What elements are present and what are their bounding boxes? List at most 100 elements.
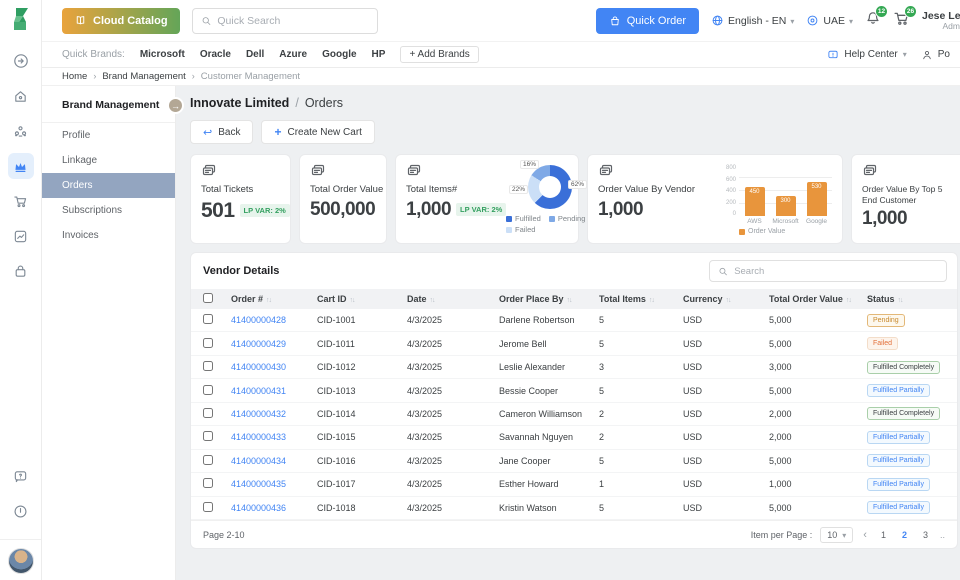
search-icon	[201, 15, 212, 27]
help-center-dropdown[interactable]: Help Center	[827, 49, 906, 61]
prev-page-icon[interactable]: ‹	[863, 529, 867, 541]
table-search-box	[709, 260, 947, 282]
col-currency[interactable]: Currency	[683, 294, 769, 304]
brand-google[interactable]: Google	[322, 49, 356, 60]
bag-icon[interactable]	[8, 258, 34, 284]
page-3[interactable]: 3	[923, 530, 928, 540]
row-checkbox[interactable]	[203, 408, 213, 418]
table-row: 41400000430 CID-1012 4/3/2025 Leslie Ale…	[191, 356, 957, 379]
table-row: 41400000428 CID-1001 4/3/2025 Darlene Ro…	[191, 309, 957, 332]
row-checkbox[interactable]	[203, 431, 213, 441]
quick-order-button[interactable]: Quick Order	[596, 8, 699, 34]
col-order-place-by[interactable]: Order Place By	[499, 294, 599, 304]
region-dropdown[interactable]: UAE	[806, 14, 853, 27]
sidebar-item-linkage[interactable]: Linkage	[42, 148, 175, 173]
sidebar-collapse-button[interactable]: →	[167, 97, 184, 114]
order-link[interactable]: 41400000430	[231, 362, 317, 372]
page-2[interactable]: 2	[902, 530, 907, 540]
sidebar-item-orders[interactable]: Orders	[42, 173, 175, 198]
order-link[interactable]: 41400000433	[231, 432, 317, 442]
value-cell: 5,000	[769, 456, 867, 466]
status-badge: Fulfilled Partially	[867, 384, 930, 397]
col-order[interactable]: Order #	[231, 294, 317, 304]
icon-rail	[0, 0, 42, 580]
legend-pending: Pending	[558, 214, 586, 223]
cart-rail-icon[interactable]	[8, 188, 34, 214]
language-dropdown[interactable]: English - EN	[711, 14, 794, 27]
info-icon[interactable]	[8, 498, 34, 524]
per-page-label: Item per Page :	[751, 530, 813, 540]
row-checkbox[interactable]	[203, 385, 213, 395]
y-axis: 8006004002000	[723, 165, 736, 217]
order-link[interactable]: 41400000434	[231, 456, 317, 466]
breadcrumb-home[interactable]: Home	[62, 71, 87, 82]
bar-aws: 450	[745, 187, 765, 216]
portal-menu[interactable]: Po	[921, 49, 950, 61]
select-all-checkbox[interactable]	[203, 293, 213, 303]
per-page-select[interactable]: 10	[820, 527, 853, 543]
cart-button[interactable]: 26	[893, 10, 910, 32]
sort-icon[interactable]	[266, 294, 271, 304]
breadcrumb-brand-management[interactable]: Brand Management	[102, 71, 185, 82]
back-button[interactable]: Back	[190, 120, 253, 144]
sidebar-item-invoices[interactable]: Invoices	[42, 223, 175, 248]
cart-id-cell: CID-1017	[317, 479, 407, 489]
brand-microsoft[interactable]: Microsoft	[140, 49, 185, 60]
sort-icon[interactable]	[567, 294, 572, 304]
order-link[interactable]: 41400000428	[231, 315, 317, 325]
brand-management-icon[interactable]	[8, 153, 34, 179]
order-link[interactable]: 41400000429	[231, 339, 317, 349]
quick-search-input[interactable]	[217, 15, 368, 27]
order-link[interactable]: 41400000431	[231, 386, 317, 396]
sort-icon[interactable]	[430, 294, 435, 304]
user-menu[interactable]: Jese Leo Adm	[922, 10, 960, 32]
brand-dell[interactable]: Dell	[246, 49, 264, 60]
row-checkbox[interactable]	[203, 502, 213, 512]
total-items-card: Total Items# 1,000 LP VAR: 2% 16% 22% 62…	[395, 154, 579, 244]
col-total-order-value[interactable]: Total Order Value	[769, 294, 867, 304]
sort-icon[interactable]	[649, 294, 654, 304]
row-checkbox[interactable]	[203, 314, 213, 324]
sort-icon[interactable]	[726, 294, 731, 304]
value-cell: 5,000	[769, 386, 867, 396]
help-chat-icon[interactable]	[8, 463, 34, 489]
order-link[interactable]: 41400000432	[231, 409, 317, 419]
collapse-rail-icon[interactable]	[8, 48, 34, 74]
notifications-button[interactable]: 12	[865, 10, 881, 31]
cloud-catalog-button[interactable]: Cloud Catalog	[62, 8, 180, 34]
date-cell: 4/3/2025	[407, 456, 499, 466]
col-cart-id[interactable]: Cart ID	[317, 294, 407, 304]
table-search-input[interactable]	[734, 266, 938, 277]
help-center-label: Help Center	[844, 49, 897, 60]
col-total-items[interactable]: Total Items	[599, 294, 683, 304]
sidebar-item-subscriptions[interactable]: Subscriptions	[42, 198, 175, 223]
sort-icon[interactable]	[350, 294, 355, 304]
currency-cell: USD	[683, 456, 769, 466]
app-logo-icon	[11, 7, 31, 36]
card-label: Total Order Value	[310, 184, 383, 196]
order-link[interactable]: 41400000436	[231, 503, 317, 513]
value-cell: 2,000	[769, 432, 867, 442]
user-avatar[interactable]	[8, 548, 34, 574]
sort-icon[interactable]	[846, 294, 851, 304]
team-icon[interactable]	[8, 118, 34, 144]
placed-by-cell: Jane Cooper	[499, 456, 599, 466]
page-1[interactable]: 1	[881, 530, 886, 540]
brand-azure[interactable]: Azure	[279, 49, 307, 60]
row-checkbox[interactable]	[203, 478, 213, 488]
row-checkbox[interactable]	[203, 361, 213, 371]
col-status[interactable]: Status	[867, 294, 957, 304]
add-brands-button[interactable]: + Add Brands	[400, 46, 478, 63]
order-link[interactable]: 41400000435	[231, 479, 317, 489]
col-date[interactable]: Date	[407, 294, 499, 304]
analytics-icon[interactable]	[8, 223, 34, 249]
home-icon[interactable]	[8, 83, 34, 109]
brand-oracle[interactable]: Oracle	[200, 49, 231, 60]
row-checkbox[interactable]	[203, 338, 213, 348]
sort-icon[interactable]	[898, 294, 903, 304]
create-new-cart-button[interactable]: Create New Cart	[261, 120, 374, 144]
row-checkbox[interactable]	[203, 455, 213, 465]
card-stack-icon	[201, 163, 217, 179]
brand-hp[interactable]: HP	[372, 49, 386, 60]
sidebar-item-profile[interactable]: Profile	[42, 123, 175, 148]
